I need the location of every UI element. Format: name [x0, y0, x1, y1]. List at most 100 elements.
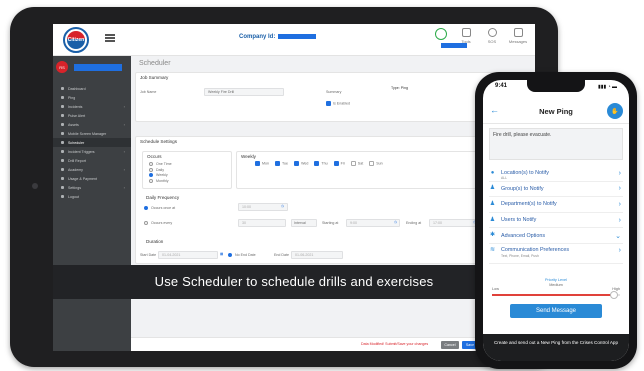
sidebar-item-logout[interactable]: Logout: [53, 192, 131, 201]
day-label: Sat: [357, 161, 364, 166]
no-end-date-label: No End Date: [235, 253, 256, 257]
location-icon: ●: [490, 169, 495, 176]
day-checkbox-wed[interactable]: Wed: [294, 161, 308, 166]
day-checkbox-thu[interactable]: Thu: [314, 161, 328, 166]
sidebar-item-usage-payment[interactable]: Usage & Payment: [53, 174, 131, 183]
sidebar-item-label: Logout: [68, 194, 79, 199]
phone-caption: Create and send out a New Ping from the …: [483, 334, 629, 361]
day-label: Tue: [282, 161, 289, 166]
day-checkbox-sat[interactable]: Sat: [350, 161, 364, 166]
company-id: Company Id:: [239, 34, 317, 40]
status-ring-icon[interactable]: [435, 28, 447, 40]
chevron-right-icon: ›: [618, 169, 621, 177]
profile-name-redacted: [74, 63, 122, 71]
start-date-label: Start Date: [140, 253, 157, 257]
day-checkbox-tue[interactable]: Tue: [275, 161, 288, 166]
enabled-check-icon: [326, 101, 331, 106]
occurs-once-radio[interactable]: Occurs once at: [144, 206, 175, 211]
message-input[interactable]: Fire drill, please evacuate.: [489, 128, 623, 160]
radio-icon: [149, 173, 153, 178]
priority-low-label: Low: [492, 287, 499, 291]
every-value: 30: [242, 221, 246, 225]
occurs-option-label: Weekly: [156, 173, 168, 177]
sidebar-item-label: Scheduler: [68, 140, 85, 145]
message-icon: [513, 28, 523, 37]
checkbox-icon: [275, 161, 280, 166]
sos-label: SOS: [487, 39, 497, 44]
chevron-right-icon: ›: [123, 122, 125, 127]
sidebar-item-assets[interactable]: Assets ›: [53, 120, 131, 129]
cancel-button[interactable]: Cancel: [441, 341, 459, 349]
send-message-button[interactable]: Send Message: [510, 304, 602, 318]
notify-item-subtext: Text, Phone, Email, Push: [501, 253, 539, 258]
occurs-option-monthly[interactable]: Monthly: [149, 179, 172, 185]
calendar-icon[interactable]: ▦: [220, 252, 223, 256]
clock-icon-start[interactable]: ◷: [394, 220, 397, 224]
notify-item-advanced-options[interactable]: ✱ Advanced Options ⌄: [489, 228, 623, 244]
sidebar-item-incident-triggers[interactable]: Incident Triggers ›: [53, 147, 131, 156]
checkbox-icon: [333, 161, 339, 166]
notify-item-users-to-notify[interactable]: ♟ Users to Notify ›: [489, 213, 623, 229]
tools-button[interactable]: Tools: [457, 28, 475, 44]
schedule-settings-card: Schedule Settings Occurs One Time Daily We…: [135, 136, 531, 264]
tablet-camera: [32, 183, 38, 189]
checkbox-icon: [255, 161, 260, 166]
end-date-label: End Date: [274, 253, 289, 257]
sos-button[interactable]: SOS: [483, 28, 501, 44]
sidebar-item-label: Settings: [68, 185, 81, 190]
sidebar-item-ping[interactable]: Ping: [53, 93, 131, 102]
app-logo[interactable]: Citizen: [63, 27, 89, 53]
sidebar-item-incidents[interactable]: Incidents ›: [53, 102, 131, 111]
sidebar-item-pulse-alert[interactable]: Pulse Alert: [53, 111, 131, 120]
notify-item-location-s-to-notify[interactable]: ● Location(s) to Notify ALL ›: [489, 166, 623, 182]
clock-icon[interactable]: ◷: [281, 204, 284, 208]
occurs-option-label: One Time: [156, 162, 172, 166]
sidebar-item-scheduler[interactable]: Scheduler: [53, 138, 131, 147]
sidebar-item-label: Incident Triggers: [68, 149, 95, 154]
day-checkbox-fri[interactable]: Fri: [333, 161, 345, 166]
sidebar-item-drill-report[interactable]: Drill Report: [53, 156, 131, 165]
day-checkbox-sun[interactable]: Sun: [369, 161, 383, 166]
hamburger-menu-icon[interactable]: [105, 34, 115, 42]
status-time: 9:41: [495, 83, 508, 89]
unsaved-note: Data Modified! Submit/Save your changes: [361, 342, 429, 346]
sidebar-item-settings[interactable]: Settings ›: [53, 183, 131, 192]
interval-select[interactable]: Interval: [291, 219, 317, 227]
checkbox-icon: [314, 161, 320, 166]
sidebar-item-mobile-screen-manager[interactable]: Mobile Screen Manager: [53, 129, 131, 138]
sidebar-item-label: Drill Report: [68, 158, 86, 163]
ending-at-value: 17:00: [433, 221, 442, 225]
end-date-input[interactable]: 01-06-2021: [291, 251, 343, 259]
notify-item-group-s-to-notify[interactable]: ♟ Group(s) to Notify ›: [489, 182, 623, 198]
sidebar-item-dashboard[interactable]: Dashboard: [53, 84, 131, 93]
page-title: Scheduler: [139, 60, 171, 67]
notify-item-department-s-to-notify[interactable]: ♟ Department(s) to Notify ›: [489, 197, 623, 213]
occurs-every-label: Occurs every: [151, 221, 173, 225]
priority-slider[interactable]: [492, 291, 620, 299]
sidebar: RS Dashboard Ping Incidents › Pulse Alert Ass…: [53, 56, 131, 351]
radio-selected-icon: [144, 206, 148, 211]
sidebar-item-label: Incidents: [68, 104, 83, 109]
sidebar-item-academy[interactable]: Academy ›: [53, 165, 131, 174]
header-icons: Tools SOS Messages: [457, 28, 527, 44]
start-date-input[interactable]: 01-04-2021: [158, 251, 218, 259]
ending-at-input[interactable]: 17:00: [429, 219, 479, 227]
sidebar-profile[interactable]: RS: [55, 60, 129, 74]
no-end-date-radio[interactable]: No End Date: [228, 253, 256, 258]
starting-at-input[interactable]: 9:00: [346, 219, 400, 227]
priority-slider-knob[interactable]: [609, 291, 618, 299]
day-label: Wed: [301, 161, 309, 166]
hand-icon[interactable]: ✋: [607, 103, 623, 119]
occurs-every-radio[interactable]: Occurs every: [144, 221, 173, 226]
sidebar-item-label: Usage & Payment: [68, 176, 97, 181]
priority-value: Medium: [549, 283, 563, 287]
job-name-input[interactable]: Weekly Fire Drill: [204, 88, 284, 96]
day-checkbox-mon[interactable]: Mon: [255, 161, 269, 166]
messages-button[interactable]: Messages: [509, 28, 527, 44]
every-value-input[interactable]: 30: [238, 219, 286, 227]
daily-frequency-header: Daily Frequency: [146, 195, 180, 200]
notify-item-communication-preferences[interactable]: ≋ Communication Preferences Text, Phone, E…: [489, 244, 623, 264]
radio-icon: [149, 167, 153, 172]
checkbox-icon: [350, 161, 356, 166]
enabled-checkbox[interactable]: Is Enabled: [326, 101, 350, 106]
